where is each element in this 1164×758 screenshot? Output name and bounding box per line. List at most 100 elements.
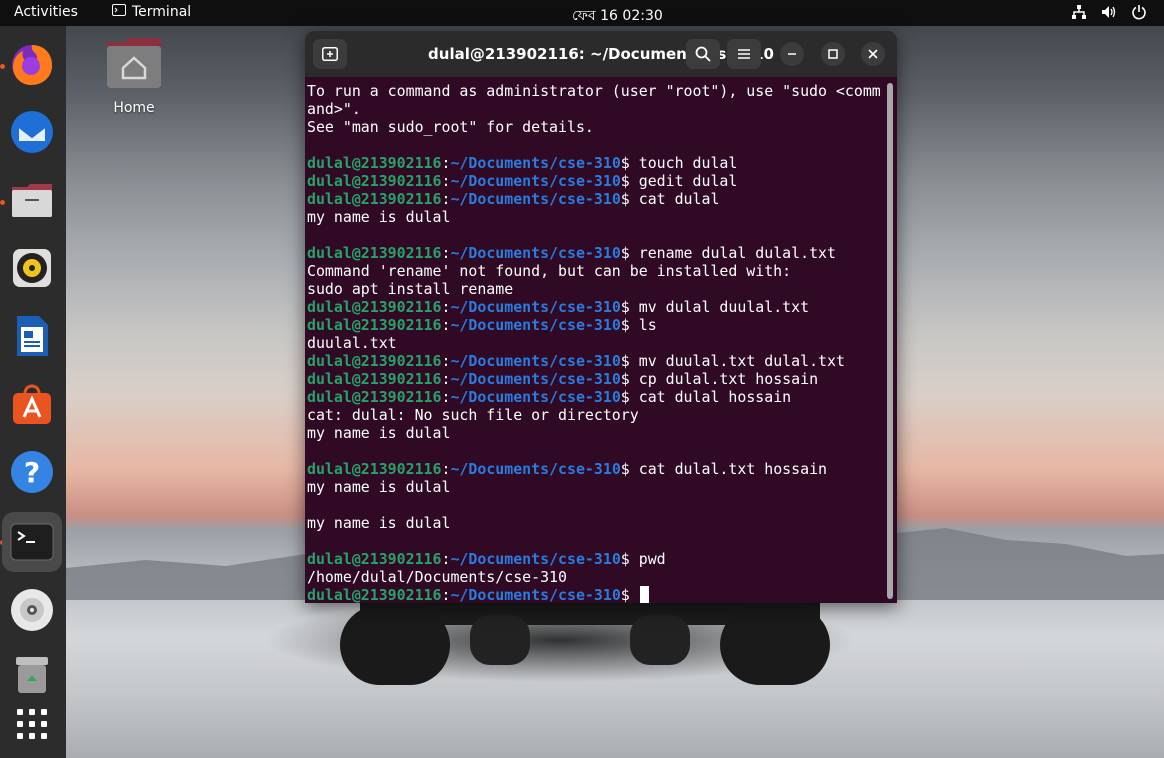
desktop-home-icon[interactable]: Home	[100, 36, 168, 116]
terminal-headerbar[interactable]: dulal@213902116: ~/Documents/cse-310	[305, 31, 897, 77]
prompt-user: dulal@213902116	[307, 460, 442, 478]
running-indicator	[0, 200, 5, 205]
dock-files[interactable]	[8, 176, 56, 224]
dock-rhythmbox[interactable]	[8, 244, 56, 292]
close-icon	[868, 49, 878, 59]
command-text: cat dulal hossain	[638, 388, 792, 406]
command-text: rename dulal dulal.txt	[638, 244, 836, 262]
command-text: touch dulal	[638, 154, 738, 172]
new-tab-icon	[322, 47, 338, 61]
terminal-command-line: dulal@213902116:~/Documents/cse-310$ tou…	[307, 154, 881, 172]
volume-icon[interactable]	[1100, 3, 1118, 21]
terminal-command-line: dulal@213902116:~/Documents/cse-310$ ren…	[307, 244, 881, 262]
command-text: mv duulal.txt dulal.txt	[638, 352, 845, 370]
dock-trash[interactable]	[8, 650, 56, 698]
prompt-path: ~/Documents/cse-310	[450, 172, 621, 190]
terminal-output-line: See "man sudo_root" for details.	[307, 118, 594, 136]
prompt-symbol: $	[620, 586, 639, 603]
dock-help[interactable]: ?	[8, 448, 56, 496]
terminal-output-line: To run a command as administrator (user …	[307, 82, 881, 100]
dock-writer[interactable]	[8, 312, 56, 360]
top-bar: Activities Terminal ফেব 16 02:30	[0, 0, 1164, 26]
terminal-command-line: dulal@213902116:~/Documents/cse-310$ cp …	[307, 370, 881, 388]
home-folder-icon	[107, 38, 161, 88]
menu-button[interactable]	[727, 39, 761, 69]
terminal-output-line: cat: dulal: No such file or directory	[307, 406, 639, 424]
app-center-icon	[13, 384, 51, 424]
system-tray[interactable]	[1070, 3, 1148, 21]
show-apps-icon	[17, 709, 47, 739]
terminal-scrollbar[interactable]	[887, 83, 893, 599]
search-button[interactable]	[686, 39, 720, 69]
prompt-symbol: $	[620, 172, 639, 190]
terminal-window[interactable]: dulal@213902116: ~/Documents/cse-310 To …	[305, 31, 897, 603]
prompt-user: dulal@213902116	[307, 316, 442, 334]
terminal-output[interactable]: To run a command as administrator (user …	[307, 82, 881, 603]
maximize-button[interactable]	[821, 42, 845, 66]
prompt-path: ~/Documents/cse-310	[450, 550, 621, 568]
trash-icon	[16, 657, 48, 693]
terminal-output-line: my name is dulal	[307, 514, 451, 532]
svg-text:?: ?	[24, 456, 40, 489]
prompt-user: dulal@213902116	[307, 370, 442, 388]
terminal-output-line: duulal.txt	[307, 334, 397, 352]
command-text: ls	[638, 316, 657, 334]
prompt-symbol: $	[620, 460, 639, 478]
terminal-command-line: dulal@213902116:~/Documents/cse-310$ ged…	[307, 172, 881, 190]
terminal-command-line: dulal@213902116:~/Documents/cse-310$ mv …	[307, 352, 881, 370]
terminal-output-line: sudo apt install rename	[307, 280, 514, 298]
prompt-user: dulal@213902116	[307, 550, 442, 568]
power-icon[interactable]	[1130, 3, 1148, 21]
dock-terminal[interactable]	[2, 512, 62, 572]
terminal-title: dulal@213902116: ~/Documents/cse-310	[428, 45, 774, 63]
dock: ?	[0, 26, 66, 758]
dock-show-apps[interactable]	[8, 700, 56, 748]
dock-disc[interactable]	[8, 586, 56, 634]
dock-thunderbird[interactable]	[8, 108, 56, 156]
clock[interactable]: ফেব 16 02:30	[572, 4, 663, 28]
command-text: cat dulal.txt hossain	[638, 460, 827, 478]
prompt-symbol: $	[620, 370, 639, 388]
terminal-output-line: my name is dulal	[307, 424, 451, 442]
prompt-symbol: $	[620, 190, 639, 208]
terminal-command-line: dulal@213902116:~/Documents/cse-310$ ls	[307, 316, 881, 334]
terminal-command-line: dulal@213902116:~/Documents/cse-310$ pwd	[307, 550, 881, 568]
prompt-user: dulal@213902116	[307, 244, 442, 262]
minimize-button[interactable]	[780, 42, 804, 66]
prompt-symbol: $	[620, 550, 639, 568]
terminal-command-line: dulal@213902116:~/Documents/cse-310$ mv …	[307, 298, 881, 316]
command-text: gedit dulal	[638, 172, 738, 190]
dock-app-center[interactable]	[8, 380, 56, 428]
prompt-user: dulal@213902116	[307, 172, 442, 190]
wallpaper-truck	[340, 595, 830, 685]
prompt-user: dulal@213902116	[307, 586, 442, 603]
activities-button[interactable]: Activities	[14, 4, 78, 20]
terminal-command-line: dulal@213902116:~/Documents/cse-310$ cat…	[307, 388, 881, 406]
prompt-user: dulal@213902116	[307, 352, 442, 370]
prompt-path: ~/Documents/cse-310	[450, 388, 621, 406]
network-icon[interactable]	[1070, 3, 1088, 21]
new-tab-button[interactable]	[313, 39, 347, 69]
prompt-path: ~/Documents/cse-310	[450, 370, 621, 388]
prompt-symbol: $	[620, 388, 639, 406]
terminal-command-line: dulal@213902116:~/Documents/cse-310$ cat…	[307, 460, 881, 478]
prompt-user: dulal@213902116	[307, 388, 442, 406]
prompt-path: ~/Documents/cse-310	[450, 586, 621, 603]
dock-firefox[interactable]	[8, 40, 56, 88]
prompt-user: dulal@213902116	[307, 298, 442, 316]
app-menu[interactable]: Terminal	[112, 4, 191, 20]
terminal-icon	[10, 523, 54, 561]
prompt-symbol: $	[620, 154, 639, 172]
minimize-icon	[788, 53, 796, 55]
desktop-home-label: Home	[113, 100, 155, 116]
close-button[interactable]	[861, 42, 885, 66]
hamburger-menu-icon	[738, 49, 750, 59]
terminal-output-line: my name is dulal	[307, 478, 451, 496]
prompt-user: dulal@213902116	[307, 190, 442, 208]
terminal-command-line: dulal@213902116:~/Documents/cse-310$	[307, 586, 881, 603]
terminal-output-line: Command 'rename' not found, but can be i…	[307, 262, 792, 280]
